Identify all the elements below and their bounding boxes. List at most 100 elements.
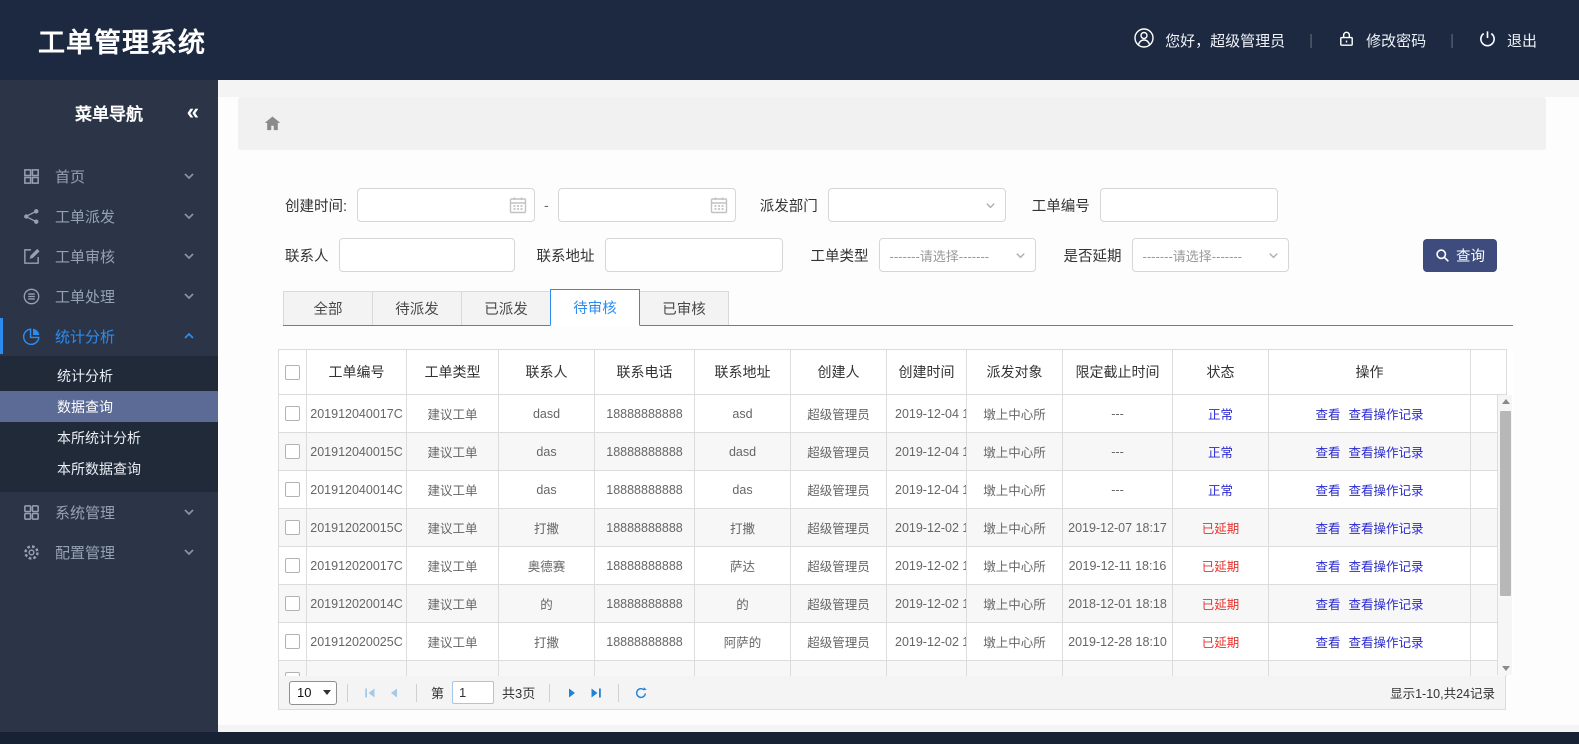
last-page-button[interactable] xyxy=(586,683,606,703)
search-icon xyxy=(1435,248,1450,263)
date-from-input[interactable] xyxy=(357,188,536,222)
vertical-scrollbar[interactable] xyxy=(1497,395,1512,675)
tab-reviewed[interactable]: 已审核 xyxy=(639,291,729,325)
scroll-up-arrow[interactable] xyxy=(1498,395,1513,408)
view-link[interactable]: 查看 xyxy=(1315,522,1340,536)
row-checkbox[interactable] xyxy=(285,596,300,612)
sidebar-item-process[interactable]: 工单处理 xyxy=(0,276,218,316)
view-log-link[interactable]: 查看操作记录 xyxy=(1349,560,1424,574)
view-log-link[interactable]: 查看操作记录 xyxy=(1349,484,1424,498)
sidebar-submenu: 统计分析 数据查询 本所统计分析 本所数据查询 xyxy=(0,356,218,492)
status-tabs: 全部 待派发 已派发 待审核 已审核 xyxy=(283,289,1513,326)
next-page-button[interactable] xyxy=(562,683,582,703)
delayed-label: 是否延期 xyxy=(1063,248,1122,265)
cell-status: 已延期 xyxy=(1172,584,1269,623)
sidebar-item-home[interactable]: 首页 xyxy=(0,156,218,196)
cell-order-no: 201912040014C xyxy=(306,470,407,509)
cell-contact: das xyxy=(498,470,595,509)
cell-actions: 查看 查看操作记录 xyxy=(1268,470,1471,509)
cell-empty xyxy=(790,660,887,676)
footer-bar xyxy=(0,732,1579,744)
pie-chart-icon xyxy=(22,327,41,346)
cell-creator: 超级管理员 xyxy=(790,546,887,585)
first-page-button[interactable] xyxy=(360,683,380,703)
tab-dispatched[interactable]: 已派发 xyxy=(461,291,551,325)
col-contact: 联系人 xyxy=(498,349,595,395)
row-checkbox[interactable] xyxy=(285,406,300,422)
row-checkbox[interactable] xyxy=(285,482,300,498)
collapse-icon[interactable]: « xyxy=(187,101,199,123)
search-button[interactable]: 查询 xyxy=(1423,238,1497,272)
cell-empty xyxy=(694,660,791,676)
address-input[interactable] xyxy=(604,238,783,272)
cell-status: 已延期 xyxy=(1172,508,1269,547)
sidebar-item-dispatch[interactable]: 工单派发 xyxy=(0,196,218,236)
view-link[interactable]: 查看 xyxy=(1315,560,1340,574)
page-number-input[interactable] xyxy=(452,681,495,704)
select-all-checkbox[interactable] xyxy=(285,365,300,381)
cell-status: 正常 xyxy=(1172,470,1269,509)
col-creator: 创建人 xyxy=(790,349,887,395)
chevron-down-icon xyxy=(323,690,331,695)
tab-pending-dispatch[interactable]: 待派发 xyxy=(372,291,462,325)
page-size-select[interactable]: 10 xyxy=(289,680,337,705)
refresh-button[interactable] xyxy=(631,683,651,703)
order-type-select[interactable]: -------请选择------- xyxy=(878,238,1036,272)
date-to-input[interactable] xyxy=(557,188,736,222)
dispatch-dept-select[interactable] xyxy=(827,188,1006,222)
cell-created: 2019-12-02 17 xyxy=(886,546,967,585)
pagination-bar: 10 第 共3页 显示1-10,共24记录 xyxy=(278,676,1506,710)
sidebar: 菜单导航 « 首页 工单派发 工单审核 工单处理 统计分析 统计分析 数据查询 … xyxy=(0,80,218,732)
sidebar-item-config[interactable]: 配置管理 xyxy=(0,532,218,572)
row-checkbox[interactable] xyxy=(285,520,300,536)
view-log-link[interactable]: 查看操作记录 xyxy=(1349,636,1424,650)
tab-all[interactable]: 全部 xyxy=(283,291,373,325)
row-checkbox[interactable] xyxy=(285,634,300,650)
row-checkbox[interactable] xyxy=(285,558,300,574)
chevron-down-icon xyxy=(182,289,196,303)
cell-order-no: 201912020015C xyxy=(306,508,407,547)
page-size-value: 10 xyxy=(297,685,312,700)
cell-status: 已延期 xyxy=(1172,546,1269,585)
sidebar-subitem-data-query[interactable]: 数据查询 xyxy=(0,391,218,422)
view-log-link[interactable]: 查看操作记录 xyxy=(1349,408,1424,422)
scroll-down-arrow[interactable] xyxy=(1498,662,1513,675)
logout-button[interactable]: 退出 xyxy=(1478,29,1537,52)
view-log-link[interactable]: 查看操作记录 xyxy=(1349,598,1424,612)
sidebar-subitem-local-statistics[interactable]: 本所统计分析 xyxy=(0,422,218,453)
view-link[interactable]: 查看 xyxy=(1315,484,1340,498)
scrollbar-thumb[interactable] xyxy=(1500,411,1511,596)
view-log-link[interactable]: 查看操作记录 xyxy=(1349,522,1424,536)
sidebar-item-statistics[interactable]: 统计分析 xyxy=(0,316,218,356)
col-created: 创建时间 xyxy=(886,349,967,395)
sidebar-item-review[interactable]: 工单审核 xyxy=(0,236,218,276)
cell-order-no: 201912040015C xyxy=(306,432,407,471)
cell-phone: 18888888888 xyxy=(594,584,695,623)
orders-table: 工单编号 工单类型 联系人 联系电话 联系地址 创建人 创建时间 派发对象 限定… xyxy=(278,349,1507,676)
delayed-select[interactable]: -------请选择------- xyxy=(1131,238,1289,272)
contact-input[interactable] xyxy=(338,238,515,272)
order-no-input[interactable] xyxy=(1099,188,1278,222)
cell-created: 2019-12-04 15 xyxy=(886,394,967,433)
change-password-button[interactable]: 修改密码 xyxy=(1337,29,1426,52)
tab-pending-review[interactable]: 待审核 xyxy=(550,289,640,326)
view-link[interactable]: 查看 xyxy=(1315,598,1340,612)
cell-address: 的 xyxy=(694,584,791,623)
sidebar-subitem-local-data-query[interactable]: 本所数据查询 xyxy=(0,453,218,484)
sidebar-subitem-statistics[interactable]: 统计分析 xyxy=(0,360,218,391)
cell-actions: 查看 查看操作记录 xyxy=(1268,622,1471,661)
view-link[interactable]: 查看 xyxy=(1315,636,1340,650)
view-link[interactable]: 查看 xyxy=(1315,446,1340,460)
row-checkbox[interactable] xyxy=(285,444,300,460)
view-log-link[interactable]: 查看操作记录 xyxy=(1349,446,1424,460)
table-row: 201912020014C 建议工单的 18888888888 的超级管理员 2019-… xyxy=(278,584,1507,623)
user-greeting[interactable]: 您好，超级管理员 xyxy=(1133,27,1285,53)
row-checkbox[interactable] xyxy=(285,672,300,676)
home-icon[interactable] xyxy=(263,114,282,133)
cell-address: 阿萨的 xyxy=(694,622,791,661)
order-type-label: 工单类型 xyxy=(810,248,869,265)
sidebar-item-system[interactable]: 系统管理 xyxy=(0,492,218,532)
cell-contact: das xyxy=(498,432,595,471)
prev-page-button[interactable] xyxy=(384,683,404,703)
view-link[interactable]: 查看 xyxy=(1315,408,1340,422)
